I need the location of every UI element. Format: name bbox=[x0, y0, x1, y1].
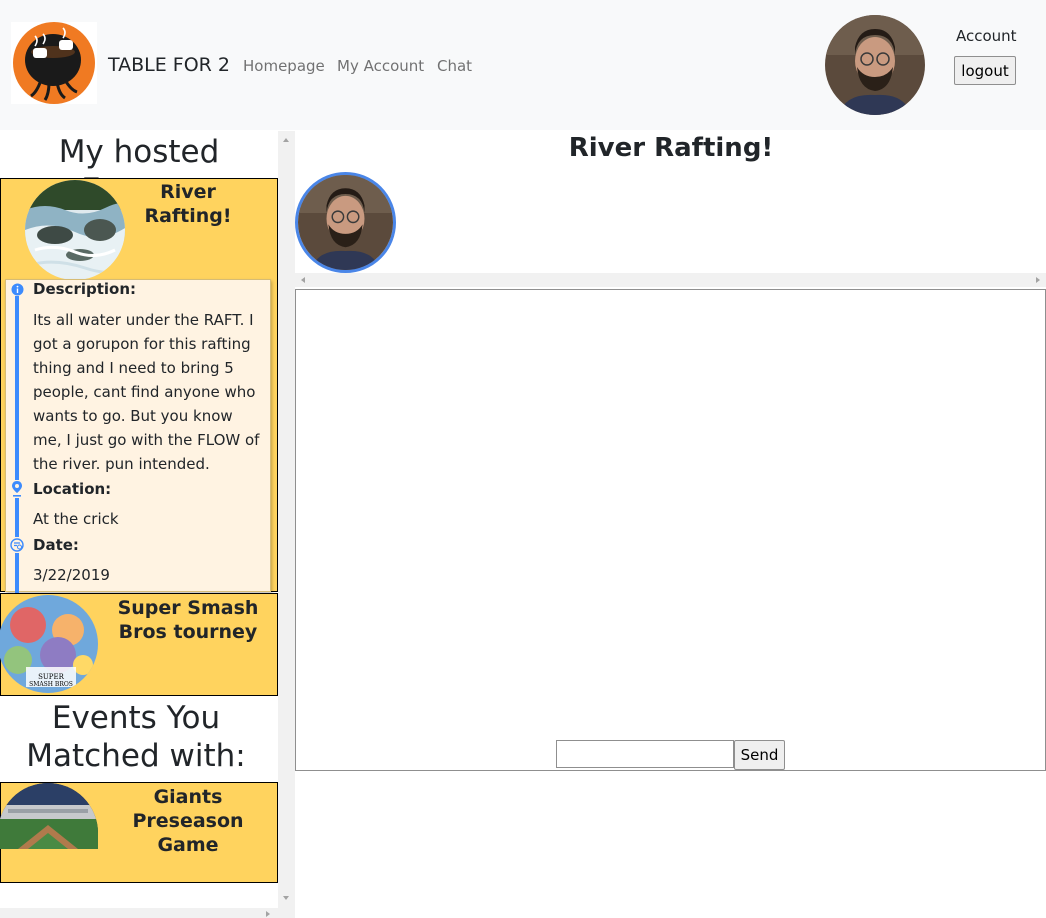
baseball-stadium-image bbox=[0, 783, 98, 849]
hosted-event-card-smash-bros[interactable]: SUPER SMASH BROS Super Smash Bros tourne… bbox=[0, 593, 278, 696]
description-text: Its all water under the RAFT. I got a go… bbox=[33, 311, 260, 473]
chat-title: River Rafting! bbox=[568, 133, 774, 163]
matched-event-card-giants[interactable]: Giants Preseason Game bbox=[0, 782, 278, 883]
brand-name[interactable]: TABLE FOR 2 bbox=[108, 54, 230, 76]
navbar: TABLE FOR 2 Homepage My Account Chat Acc… bbox=[0, 0, 1046, 130]
logout-button[interactable]: logout bbox=[954, 56, 1016, 85]
event-details: Description: Its all water under the RAF… bbox=[5, 279, 271, 595]
description-label: Description: bbox=[33, 280, 137, 298]
river-rapids-image bbox=[25, 180, 125, 280]
date-text: 3/22/2019 bbox=[33, 566, 110, 584]
matched-events-heading: Events You Matched with: bbox=[26, 700, 246, 774]
members-horizontal-scrollbar[interactable] bbox=[295, 273, 1046, 287]
send-button[interactable]: Send bbox=[734, 740, 785, 770]
message-input[interactable] bbox=[556, 740, 734, 768]
nav-link-chat[interactable]: Chat bbox=[437, 57, 472, 75]
scroll-left-arrow-icon[interactable] bbox=[301, 277, 305, 283]
sidebar-horizontal-scrollbar[interactable] bbox=[0, 908, 278, 918]
location-text: At the crick bbox=[33, 510, 119, 528]
calendar-clock-icon bbox=[10, 537, 24, 553]
svg-text:SMASH BROS: SMASH BROS bbox=[29, 681, 73, 688]
location-label: Location: bbox=[33, 480, 112, 498]
location-pin-icon bbox=[10, 480, 24, 498]
scroll-right-arrow-icon[interactable] bbox=[266, 911, 270, 917]
chat-messages-area[interactable] bbox=[295, 289, 1046, 771]
sidebar-vertical-scrollbar[interactable] bbox=[278, 131, 295, 918]
user-avatar[interactable] bbox=[825, 15, 925, 115]
svg-text:SUPER: SUPER bbox=[38, 673, 65, 681]
scroll-down-arrow-icon[interactable] bbox=[283, 896, 289, 900]
coffee-table-logo[interactable] bbox=[11, 22, 97, 104]
sidebar: My hosted Events: River Rafting! Descrip… bbox=[0, 131, 278, 908]
event-title-smash-bros: Super Smash Bros tourney bbox=[117, 597, 259, 643]
hosted-event-card-river-rafting[interactable]: River Rafting! Description: Its all wate… bbox=[0, 178, 278, 595]
info-icon bbox=[10, 282, 24, 296]
member-avatar[interactable] bbox=[295, 172, 396, 273]
scroll-right-arrow-icon[interactable] bbox=[1036, 277, 1040, 283]
nav-link-homepage[interactable]: Homepage bbox=[243, 57, 325, 75]
event-title-giants: Giants Preseason Game bbox=[132, 786, 244, 856]
account-label: Account bbox=[956, 27, 1017, 45]
nav-link-my-account[interactable]: My Account bbox=[337, 57, 424, 75]
scroll-up-arrow-icon[interactable] bbox=[283, 138, 289, 142]
event-title-river-rafting: River Rafting! bbox=[144, 181, 232, 227]
date-label: Date: bbox=[33, 536, 79, 554]
super-smash-bros-image: SUPER SMASH BROS bbox=[0, 595, 98, 693]
